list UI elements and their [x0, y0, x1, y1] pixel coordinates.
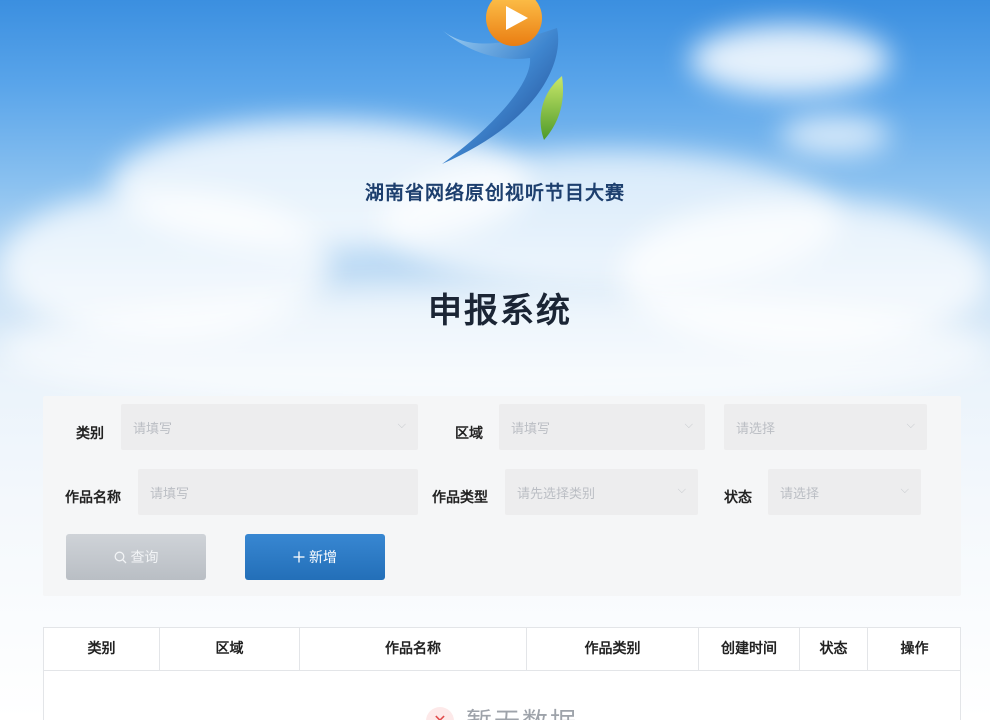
table-header: 类别 区域 作品名称 作品类别 创建时间 状态 操作: [44, 628, 960, 671]
query-button[interactable]: 查询: [66, 534, 206, 580]
empty-state: ✕ 暂无数据: [44, 702, 960, 720]
region-label: 区域: [455, 426, 483, 442]
column-header-work-name: 作品名称: [300, 628, 527, 671]
add-button-label: 新增: [309, 550, 337, 566]
column-header-actions: 操作: [900, 641, 929, 657]
cloud: [690, 25, 890, 95]
region-select[interactable]: 请填写 ⌵: [499, 404, 705, 450]
brand-name: 湖南省网络原创视听节目大赛: [364, 182, 625, 204]
cloud: [780, 115, 890, 155]
column-header-category: 类别: [44, 628, 160, 671]
plus-icon: [293, 551, 305, 563]
region-placeholder: 请填写: [511, 422, 551, 437]
results-table: 类别 区域 作品名称 作品类别 创建时间 状态 操作 ✕ 暂无数据: [43, 627, 961, 720]
status-label: 状态: [724, 490, 752, 506]
work-type-label: 作品类型: [432, 490, 488, 506]
work-name-placeholder: 请填写: [150, 487, 190, 502]
category-select[interactable]: 请填写 ⌵: [121, 404, 418, 450]
status-placeholder: 请选择: [780, 487, 820, 502]
contest-logo: [442, 0, 564, 164]
category-label: 类别: [76, 426, 104, 442]
chevron-down-icon: ⌵: [684, 418, 693, 431]
work-name-label: 作品名称: [65, 490, 121, 506]
page-title: 申报系统: [428, 291, 572, 331]
column-header-region: 区域: [160, 628, 300, 671]
chevron-down-icon: ⌵: [677, 483, 686, 496]
extra-select[interactable]: 请选择 ⌵: [724, 404, 927, 450]
query-button-label: 查询: [130, 550, 159, 566]
extra-select-placeholder: 请选择: [736, 422, 776, 437]
column-header-work-type: 作品类别: [527, 628, 699, 671]
chevron-down-icon: ⌵: [900, 483, 909, 496]
chevron-down-icon: ⌵: [397, 418, 406, 431]
add-button[interactable]: 新增: [245, 534, 385, 580]
close-circle-icon: ✕: [425, 706, 454, 720]
category-placeholder: 请填写: [133, 422, 173, 437]
search-icon: [114, 551, 126, 563]
column-header-created-time: 创建时间: [699, 628, 800, 671]
work-name-input[interactable]: 请填写: [138, 469, 418, 515]
work-type-select[interactable]: 请先选择类别 ⌵: [505, 469, 698, 515]
chevron-down-icon: ⌵: [906, 418, 915, 431]
filter-panel: 类别 请填写 ⌵ 区域 请填写 ⌵ 请选择 ⌵ 作品名称 请填写 作品类型 请先…: [43, 396, 961, 596]
column-header-status: 状态: [800, 628, 868, 671]
status-select[interactable]: 请选择 ⌵: [768, 469, 921, 515]
work-type-placeholder: 请先选择类别: [517, 487, 596, 502]
empty-state-text: 暂无数据: [466, 702, 578, 720]
